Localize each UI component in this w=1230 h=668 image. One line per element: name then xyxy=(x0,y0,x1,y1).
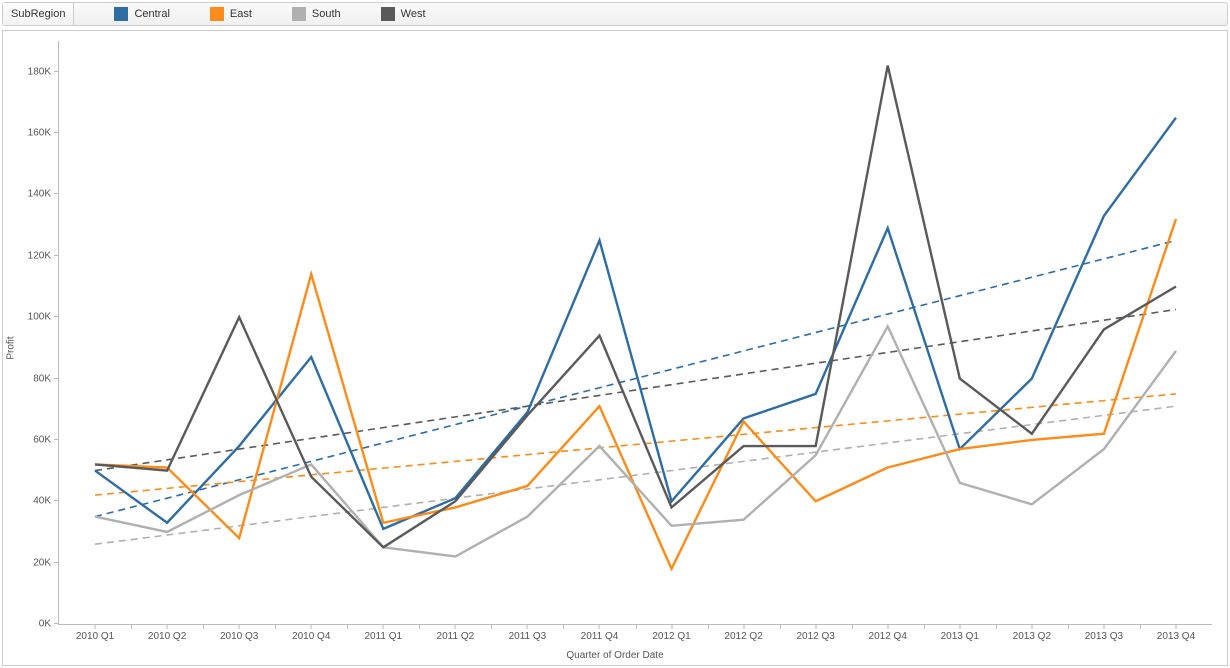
legend-label: South xyxy=(312,8,341,20)
chart-container: SubRegion Central East South West Profit Qu… xyxy=(0,2,1230,668)
x-tick-label: 2013 Q2 xyxy=(1013,631,1051,642)
legend-items: Central East South West xyxy=(74,7,425,21)
legend-item-west[interactable]: West xyxy=(381,7,426,21)
legend-label: West xyxy=(401,8,426,20)
x-tick-label: 2011 Q2 xyxy=(437,631,475,642)
y-tick-label: 80K xyxy=(11,373,51,384)
x-tick-label: 2010 Q4 xyxy=(292,631,330,642)
trend-line xyxy=(95,394,1176,495)
y-tick-label: 140K xyxy=(11,189,51,200)
legend-swatch xyxy=(381,7,395,21)
line-chart-svg xyxy=(59,41,1212,624)
legend-title-text: SubRegion xyxy=(11,8,65,20)
x-tick-label: 2011 Q4 xyxy=(581,631,619,642)
y-tick-label: 160K xyxy=(11,128,51,139)
legend-title: SubRegion xyxy=(3,3,74,25)
y-tick-label: 120K xyxy=(11,250,51,261)
x-tick-label: 2012 Q2 xyxy=(724,631,762,642)
legend-swatch xyxy=(292,7,306,21)
y-tick-label: 40K xyxy=(11,496,51,507)
y-tick-label: 0K xyxy=(11,619,51,630)
x-axis-label: Quarter of Order Date xyxy=(566,650,663,661)
x-tick-label: 2010 Q2 xyxy=(148,631,186,642)
x-tick-label: 2010 Q1 xyxy=(76,631,114,642)
x-tick-label: 2012 Q3 xyxy=(796,631,834,642)
legend-item-central[interactable]: Central xyxy=(114,7,169,21)
legend-item-east[interactable]: East xyxy=(210,7,252,21)
y-tick-label: 100K xyxy=(11,312,51,323)
x-tick-label: 2011 Q3 xyxy=(509,631,547,642)
y-axis-label: Profit xyxy=(6,336,17,359)
legend-label: East xyxy=(230,8,252,20)
series-line xyxy=(95,118,1176,529)
x-tick-label: 2013 Q1 xyxy=(941,631,979,642)
legend-item-south[interactable]: South xyxy=(292,7,341,21)
x-tick-label: 2010 Q3 xyxy=(220,631,258,642)
plot-region[interactable]: 0K20K40K60K80K100K120K140K160K180K2010 Q… xyxy=(58,41,1212,625)
y-tick-label: 60K xyxy=(11,434,51,445)
trend-line xyxy=(95,309,1176,470)
legend-bar: SubRegion Central East South West xyxy=(2,2,1228,26)
legend-swatch xyxy=(210,7,224,21)
x-tick-label: 2012 Q4 xyxy=(869,631,907,642)
x-tick-label: 2012 Q1 xyxy=(652,631,690,642)
chart-area: Profit Quarter of Order Date 0K20K40K60K… xyxy=(2,30,1228,666)
legend-swatch xyxy=(114,7,128,21)
x-tick-label: 2013 Q3 xyxy=(1085,631,1123,642)
legend-label: Central xyxy=(134,8,169,20)
x-tick-label: 2011 Q1 xyxy=(364,631,402,642)
y-tick-label: 20K xyxy=(11,557,51,568)
series-line xyxy=(95,219,1176,569)
y-tick-label: 180K xyxy=(11,66,51,77)
x-tick-label: 2013 Q4 xyxy=(1157,631,1195,642)
